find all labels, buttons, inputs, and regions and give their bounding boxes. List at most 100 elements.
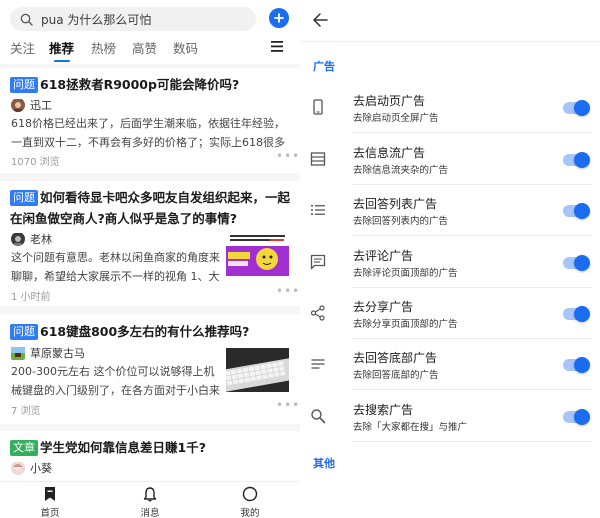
toggle-switch[interactable] — [563, 100, 590, 116]
home-icon — [45, 487, 55, 501]
setting-comment-ads[interactable]: 去评论广告 去除评论页面顶部的广告 — [300, 237, 600, 288]
avatar — [11, 346, 25, 360]
toggle-switch[interactable] — [563, 409, 590, 425]
divider — [352, 235, 592, 236]
divider — [352, 389, 592, 390]
phone-icon — [313, 99, 323, 115]
nav-label: 我的 — [240, 508, 260, 518]
feed-card[interactable]: 问题 如何看待显卡吧众多吧友自发组织起来，一起在闲鱼做空商人?商人似乎是急了的事情… — [0, 181, 300, 306]
card-author[interactable]: 老林 — [11, 231, 52, 247]
card-excerpt: 200-300元左右 这个价位可以说够得上机械键盘的入门级别了，在各方面对于小白… — [11, 365, 220, 397]
setting-description: 去除信息流夹杂的广告 — [353, 165, 449, 176]
toggle-switch[interactable] — [563, 152, 590, 168]
card-title-text: 618拯救者R9000p可能会降价吗? — [40, 77, 240, 92]
setting-title: 去信息流广告 — [353, 146, 426, 160]
feed-card[interactable]: 文章 学生党如何靠信息差日赚1千? 小葵 — [0, 431, 300, 481]
setting-answer-bottom-ads[interactable]: 去回答底部广告 去除回答底部的广告 — [300, 339, 600, 390]
section-title-other: 其他 — [313, 457, 335, 470]
card-meta: 1070 浏览 — [11, 157, 60, 168]
toggle-switch[interactable] — [563, 203, 590, 219]
card-thumbnail[interactable] — [226, 232, 289, 276]
toggle-switch[interactable] — [563, 357, 590, 373]
card-badge: 问题 — [10, 77, 38, 93]
setting-description: 去除回答底部的广告 — [353, 370, 439, 381]
card-badge: 问题 — [10, 324, 38, 340]
card-author[interactable]: 草原蒙古马 — [11, 345, 85, 361]
toggle-switch[interactable] — [563, 255, 590, 271]
menu-icon[interactable] — [271, 41, 283, 52]
setting-description: 去除评论页面顶部的广告 — [353, 268, 458, 279]
author-name: 草原蒙古马 — [30, 347, 85, 360]
setting-title: 去分享广告 — [353, 300, 414, 314]
tab-hot[interactable]: 热榜 — [91, 38, 116, 57]
card-title-text: 618键盘800多左右的有什么推荐吗? — [40, 324, 250, 339]
list-icon — [311, 205, 325, 215]
search-icon — [20, 13, 33, 26]
card-author[interactable]: 小葵 — [11, 460, 52, 476]
setting-description: 去除启动页全屏广告 — [353, 113, 439, 124]
share-icon — [310, 305, 325, 321]
setting-share-ads[interactable]: 去分享广告 去除分享页面顶部的广告 — [300, 288, 600, 339]
setting-search-ads[interactable]: 去搜索广告 去除「大家都在搜」与推广 — [300, 391, 600, 442]
card-title-text: 学生党如何靠信息差日赚1千? — [40, 440, 206, 455]
bell-icon — [143, 487, 157, 502]
card-title-text: 如何看待显卡吧众多吧友自发组织起来，一起在闲鱼做空商人?商人似乎是急了的事情? — [10, 190, 291, 226]
card-title[interactable]: 文章 学生党如何靠信息差日赚1千? — [10, 437, 292, 458]
toggle-knob — [574, 203, 590, 219]
setting-description: 去除回答列表内的广告 — [353, 216, 449, 227]
avatar — [11, 232, 25, 246]
feed-header: pua 为什么那么可怕 关注 推荐 热榜 高赞 数码 — [0, 0, 300, 64]
feed-icon — [310, 152, 326, 166]
nav-label: 首页 — [40, 508, 60, 518]
setting-title: 去搜索广告 — [353, 403, 414, 417]
search-placeholder: pua 为什么那么可怕 — [41, 12, 152, 27]
nav-messages[interactable]: 消息 — [125, 486, 175, 518]
feed-card[interactable]: 问题 618拯救者R9000p可能会降价吗? 迅工 618价格已经出来了，后面学生… — [0, 68, 300, 173]
setting-description: 去除「大家都在搜」与推广 — [353, 422, 468, 433]
card-meta: 7 浏览 — [11, 406, 41, 417]
more-options-icon[interactable]: ••• — [276, 284, 300, 298]
tab-follow[interactable]: 关注 — [10, 38, 35, 57]
setting-title: 去评论广告 — [353, 249, 414, 263]
card-meta: 1 小时前 — [11, 292, 51, 303]
setting-feed-ads[interactable]: 去信息流广告 去除信息流夹杂的广告 — [300, 134, 600, 185]
feed-tabs: 关注 推荐 热榜 高赞 数码 — [0, 38, 300, 62]
more-options-icon[interactable]: ••• — [276, 398, 300, 412]
more-options-icon[interactable]: ••• — [276, 149, 300, 163]
plus-icon — [274, 13, 284, 23]
setting-title: 去回答列表广告 — [353, 197, 438, 211]
search-icon — [311, 409, 326, 424]
toggle-switch[interactable] — [563, 306, 590, 322]
tab-recommend[interactable]: 推荐 — [49, 38, 74, 57]
tab-top-voted[interactable]: 高赞 — [132, 38, 157, 57]
add-button[interactable] — [269, 8, 289, 28]
toggle-knob — [574, 306, 590, 322]
card-excerpt: 这个问题有意思。老林以闲鱼商家的角度来聊聊，希望给大家展示不一样的视角 1、大家… — [11, 251, 220, 283]
tab-digital[interactable]: 数码 — [173, 38, 198, 57]
card-badge: 问题 — [10, 190, 38, 206]
setting-answer-list-ads[interactable]: 去回答列表广告 去除回答列表内的广告 — [300, 185, 600, 236]
nav-home[interactable]: 首页 — [25, 486, 75, 518]
nav-profile[interactable]: 我的 — [225, 486, 275, 518]
nav-label: 消息 — [140, 508, 160, 518]
back-arrow-icon[interactable] — [312, 12, 328, 28]
ad-settings-screen: 广告 去启动页广告 去除启动页全屏广告 去信息流广告 去除信息流夹杂的广告 去回… — [300, 0, 600, 518]
author-name: 迅工 — [30, 99, 52, 112]
feed-card[interactable]: 问题 618键盘800多左右的有什么推荐吗? 草原蒙古马 200-300元左右 这… — [0, 314, 300, 424]
avatar — [11, 98, 25, 112]
search-bar[interactable]: pua 为什么那么可怕 — [10, 7, 256, 31]
card-title[interactable]: 问题 如何看待显卡吧众多吧友自发组织起来，一起在闲鱼做空商人?商人似乎是急了的事情… — [10, 187, 292, 229]
card-thumbnail[interactable] — [226, 348, 289, 392]
settings-header — [300, 0, 600, 42]
toggle-knob — [574, 255, 590, 271]
divider — [352, 132, 592, 133]
setting-splash-ads[interactable]: 去启动页广告 去除启动页全屏广告 — [300, 82, 600, 133]
toggle-knob — [574, 152, 590, 168]
author-name: 小葵 — [30, 462, 52, 475]
section-title-ads: 广告 — [313, 60, 335, 73]
card-title[interactable]: 问题 618拯救者R9000p可能会降价吗? — [10, 74, 292, 95]
text-lines-icon — [311, 359, 325, 369]
setting-description: 去除分享页面顶部的广告 — [353, 319, 458, 330]
card-author[interactable]: 迅工 — [11, 97, 52, 113]
card-title[interactable]: 问题 618键盘800多左右的有什么推荐吗? — [10, 321, 292, 342]
